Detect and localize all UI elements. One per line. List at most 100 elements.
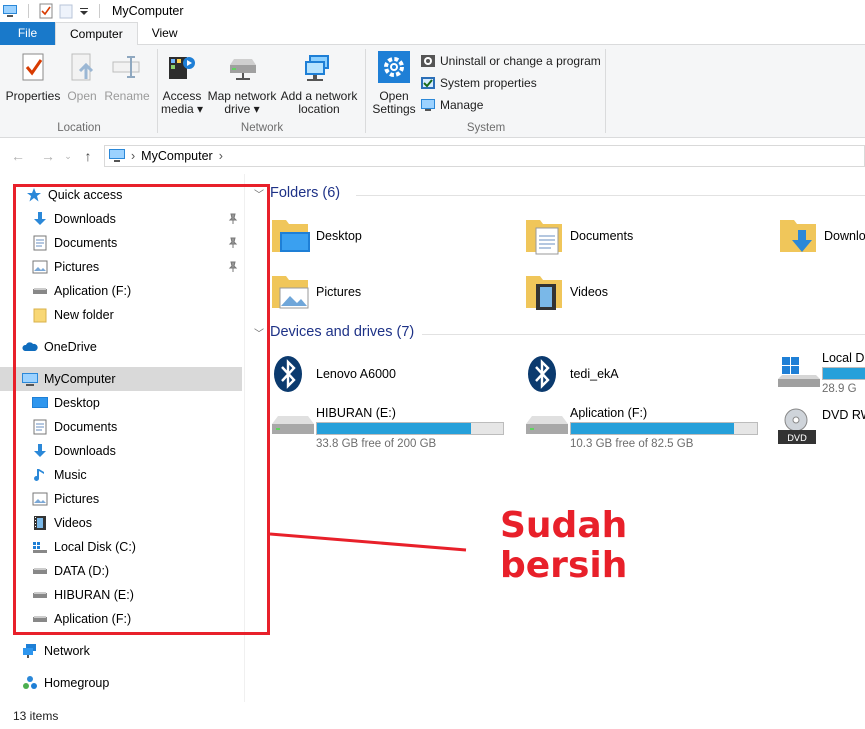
folder-label: Videos (570, 285, 608, 299)
nav-pc-aplication-drive[interactable]: Aplication (F:) (0, 607, 242, 631)
desktop-folder-icon (272, 220, 310, 252)
folder-label: Documents (570, 229, 634, 243)
folder-label: Pictures (316, 285, 362, 299)
network-group-label: Network (240, 122, 284, 134)
folders-section-header[interactable]: ﹀ Folders (6) (254, 185, 340, 201)
nav-qa-pictures[interactable]: Pictures (0, 255, 242, 279)
collapse-chevron-icon[interactable]: ﹀ (254, 325, 266, 340)
tab-computer[interactable]: Computer (55, 22, 138, 46)
system-properties-icon (421, 77, 435, 89)
system-properties-button[interactable]: System properties (420, 75, 537, 91)
nav-pc-data-drive[interactable]: DATA (D:) (0, 559, 242, 583)
navigation-pane: Quick access Downloads Documents Picture… (0, 174, 244, 702)
properties-qat-icon[interactable] (39, 3, 53, 19)
nav-pc-local-disk[interactable]: Local Disk (C:) (0, 535, 242, 559)
breadcrumb-separator[interactable]: › (219, 149, 223, 163)
folder-documents[interactable]: Documents (524, 216, 633, 256)
document-icon (33, 419, 47, 435)
folder-videos[interactable]: Videos (524, 272, 608, 312)
collapse-chevron-icon[interactable]: ﹀ (254, 186, 266, 201)
breadcrumb-mycomputer[interactable]: MyComputer (141, 149, 213, 163)
recent-locations-dropdown[interactable]: ⌄ (60, 148, 76, 164)
nav-pc-documents[interactable]: Documents (0, 415, 242, 439)
drive-aplication[interactable]: Aplication (F:) 10.3 GB free of 82.5 GB (524, 406, 764, 452)
nav-network-label: Network (44, 644, 90, 658)
device-tedi-eka[interactable]: tedi_ekA (524, 354, 619, 394)
device-lenovo-a6000[interactable]: Lenovo A6000 (270, 354, 396, 394)
open-settings-button[interactable]: Open Settings (370, 51, 418, 116)
folder-label: Desktop (316, 229, 362, 243)
nav-pc-downloads[interactable]: Downloads (0, 439, 242, 463)
drive-usage-bar (822, 367, 865, 380)
item-count: 13 items (13, 708, 59, 723)
pictures-folder-icon (272, 276, 309, 309)
drive-name: DVD RW (822, 408, 865, 422)
properties-button[interactable]: Properties (4, 51, 62, 103)
nav-homegroup[interactable]: Homegroup (0, 671, 242, 695)
drive-hiburan[interactable]: HIBURAN (E:) 33.8 GB free of 200 GB (270, 406, 510, 452)
nav-network[interactable]: Network (0, 639, 242, 663)
address-box[interactable]: › MyComputer › (104, 145, 865, 167)
pin-icon[interactable] (228, 237, 238, 249)
drive-free-space: 33.8 GB free of 200 GB (316, 438, 437, 450)
back-button[interactable]: ← (10, 148, 26, 164)
nav-mycomputer[interactable]: MyComputer (0, 367, 242, 391)
nav-qa-downloads[interactable]: Downloads (0, 207, 242, 231)
nav-item-label: Pictures (54, 492, 100, 506)
open-icon (71, 53, 94, 81)
map-network-drive-icon (230, 59, 256, 80)
tab-view[interactable]: View (138, 22, 192, 45)
download-arrow-icon (34, 444, 46, 457)
access-media-icon (169, 57, 195, 79)
folder-pictures[interactable]: Pictures (270, 272, 361, 312)
manage-button[interactable]: Manage (420, 97, 483, 113)
star-icon (27, 188, 41, 202)
nav-item-label: Pictures (54, 260, 100, 274)
nav-pc-hiburan-drive[interactable]: HIBURAN (E:) (0, 583, 242, 607)
customize-qat-dropdown-icon[interactable] (79, 3, 89, 19)
network-icon (23, 644, 36, 658)
documents-folder-icon (526, 220, 562, 255)
content-pane: ﹀ Folders (6) Desktop Documents Download… (246, 174, 865, 702)
folder-downloads[interactable]: Downloads (778, 216, 865, 256)
rename-icon (112, 56, 140, 78)
access-media-button[interactable]: Access media ▾ (160, 51, 204, 116)
pane-divider[interactable] (244, 174, 245, 702)
up-button[interactable]: ↑ (80, 148, 96, 164)
nav-pc-videos[interactable]: Videos (0, 511, 242, 535)
open-settings-label-2: Settings (372, 102, 416, 116)
nav-qa-documents[interactable]: Documents (0, 231, 242, 255)
drive-name: HIBURAN (E:) (316, 406, 396, 420)
forward-button[interactable]: → (40, 148, 56, 164)
add-network-location-button[interactable]: Add a network location (280, 51, 358, 116)
location-group: Properties Open Rename Location (0, 45, 158, 138)
drive-dvd-rw[interactable]: DVD DVD RW (776, 408, 865, 452)
film-icon (34, 516, 46, 530)
pin-icon[interactable] (228, 261, 238, 273)
folder-desktop[interactable]: Desktop (270, 216, 362, 256)
nav-qa-new-folder[interactable]: New folder (0, 303, 242, 327)
nav-pc-pictures[interactable]: Pictures (0, 487, 242, 511)
nav-quick-access[interactable]: Quick access (0, 183, 242, 207)
drive-icon (272, 416, 314, 434)
nav-onedrive[interactable]: OneDrive (0, 335, 242, 359)
device-label: Lenovo A6000 (316, 367, 396, 381)
map-network-drive-button[interactable]: Map network drive ▾ (206, 51, 278, 116)
pin-icon[interactable] (228, 213, 238, 225)
quick-access-toolbar (0, 3, 104, 19)
nav-item-label: Documents (54, 420, 118, 434)
nav-item-label: DATA (D:) (54, 564, 110, 578)
nav-qa-aplication-drive[interactable]: Aplication (F:) (0, 279, 242, 303)
rename-button[interactable]: Rename (102, 51, 152, 103)
new-folder-qat-icon[interactable] (59, 3, 73, 19)
uninstall-program-button[interactable]: Uninstall or change a program (420, 53, 601, 69)
annotation-line-2: bersih (500, 545, 628, 586)
tab-file[interactable]: File (0, 22, 55, 45)
devices-section-header[interactable]: ﹀ Devices and drives (7) (254, 324, 414, 340)
nav-pc-desktop[interactable]: Desktop (0, 391, 242, 415)
add-network-location-icon (305, 55, 329, 81)
nav-pc-music[interactable]: Music (0, 463, 242, 487)
nav-homegroup-label: Homegroup (44, 676, 110, 690)
drive-local-disk[interactable]: Local D 28.9 G (776, 351, 865, 395)
open-button[interactable]: Open (62, 51, 102, 103)
